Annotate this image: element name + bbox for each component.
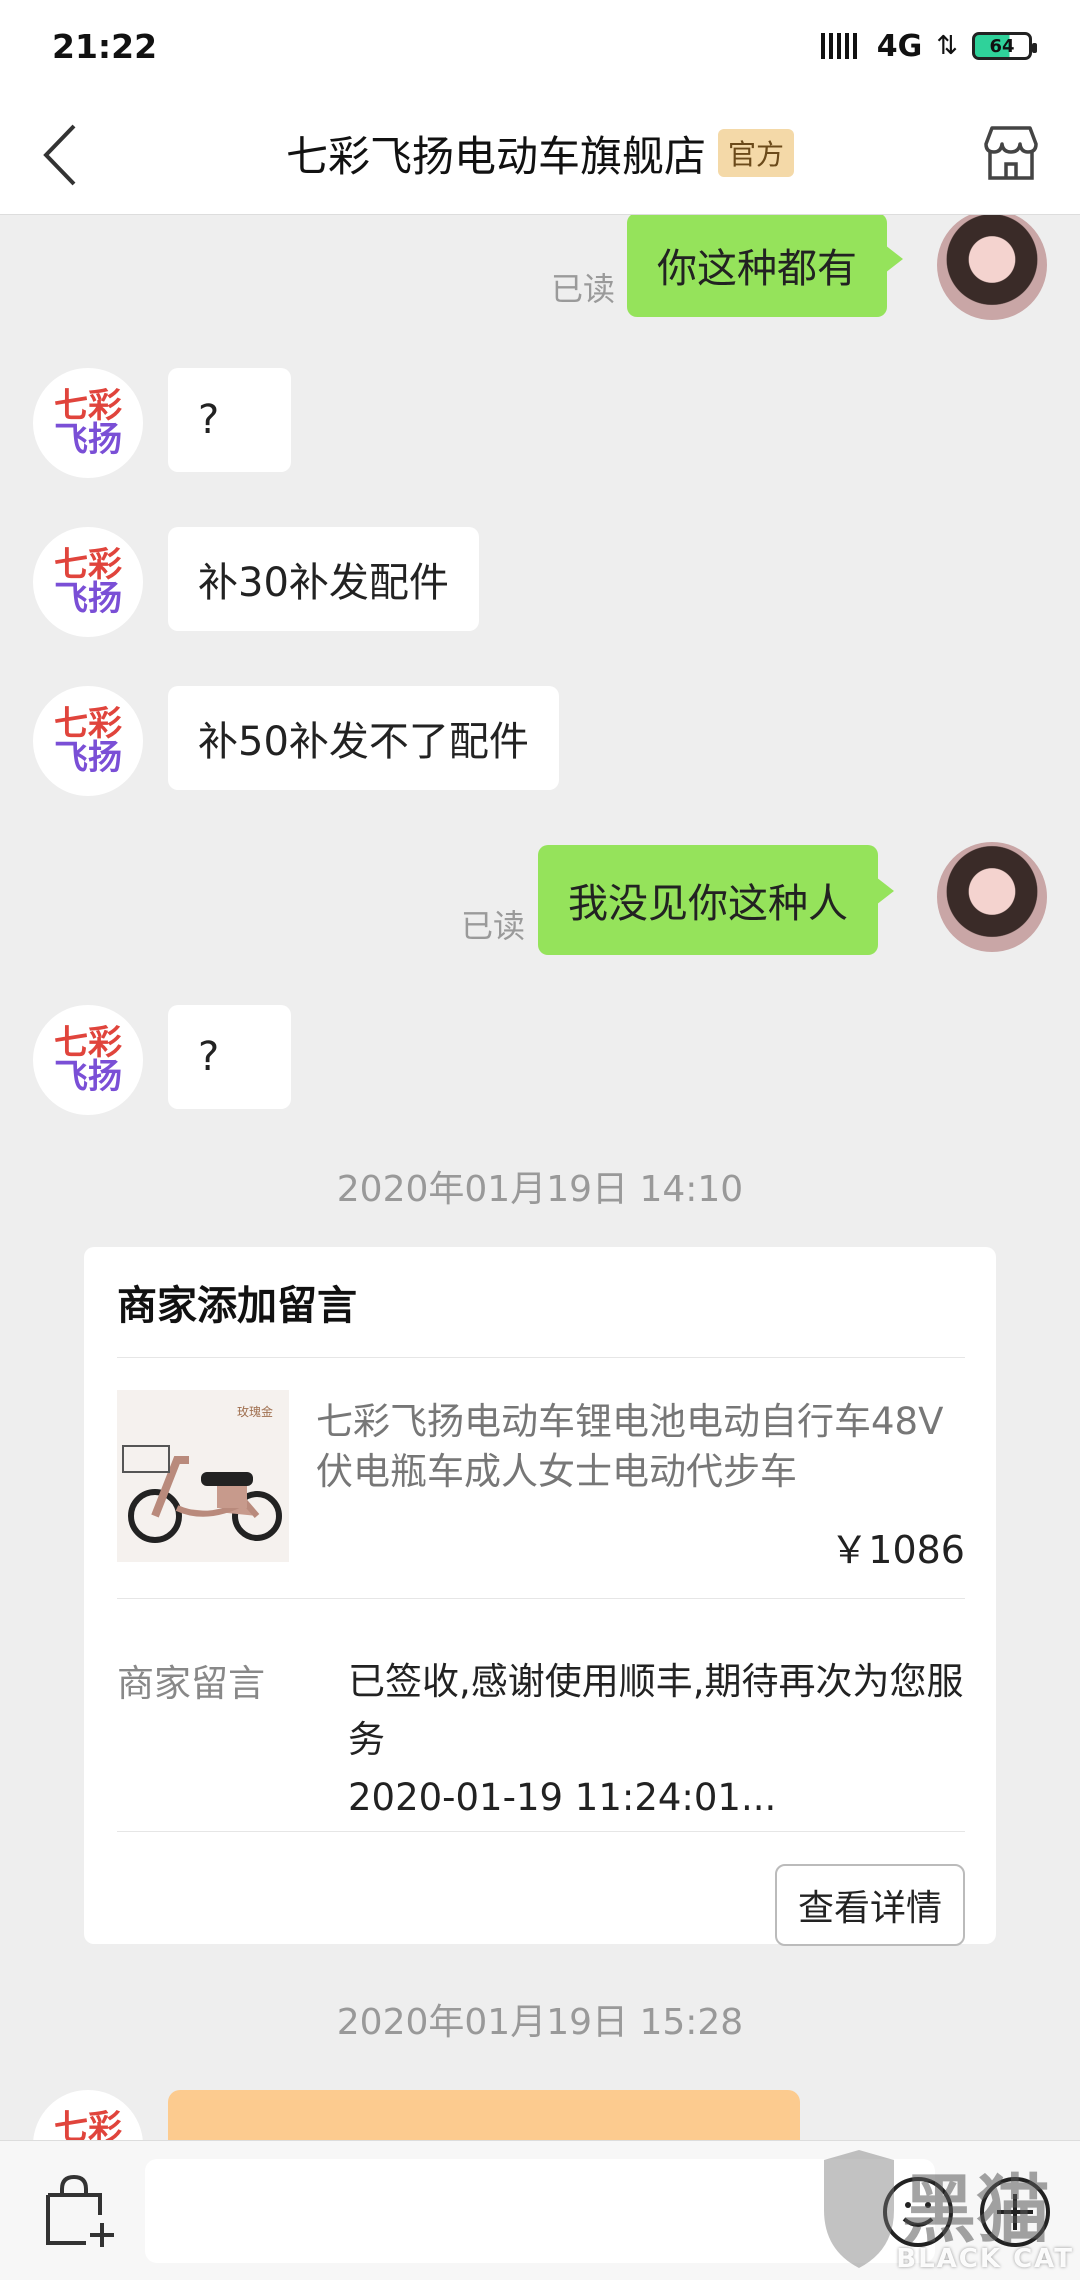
- store-icon: [984, 126, 1038, 180]
- merchant-note-time: 2020-01-19 11:24:01...: [348, 1776, 777, 1819]
- divider: [117, 1831, 965, 1832]
- read-label: 已读: [461, 907, 526, 945]
- nav-bar: 七彩飞扬电动车旗舰店 官方: [0, 92, 1080, 215]
- card-title: 商家添加留言: [117, 1283, 357, 1329]
- shop-avatar[interactable]: 七彩 飞扬: [33, 2090, 143, 2140]
- merchant-note-body: 已签收,感谢使用顺丰,期待再次为您服务 2020-01-19 11:24:01.…: [348, 1653, 978, 1827]
- shop-logo-text: 七彩: [54, 545, 122, 585]
- data-arrows-icon: ⇅: [936, 31, 958, 61]
- page-title-group: 七彩飞扬电动车旗舰店 官方: [285, 123, 795, 184]
- merchant-note-label: 商家留言: [117, 1662, 265, 1705]
- read-label: 已读: [551, 270, 616, 308]
- timestamp: 2020年01月19日 14:10: [336, 1169, 744, 1210]
- divider: [117, 1357, 965, 1358]
- user-avatar[interactable]: [937, 215, 1047, 320]
- view-details-button[interactable]: 查看详情: [775, 1864, 965, 1946]
- shop-avatar[interactable]: 七彩 飞扬: [33, 686, 143, 796]
- message-bubble-incoming[interactable]: ?: [168, 368, 291, 472]
- divider: [117, 1598, 965, 1599]
- message-bubble-incoming[interactable]: ?: [168, 1005, 291, 1109]
- network-label: 4G: [876, 28, 923, 64]
- status-bar: 21:22 4G ⇅ 64: [0, 0, 1080, 92]
- signal-icon: [820, 33, 857, 59]
- more-button[interactable]: [980, 2177, 1050, 2247]
- shop-logo-text: 飞扬: [54, 1057, 122, 1097]
- message-bubble-incoming[interactable]: 补30补发配件: [168, 527, 479, 631]
- shop-logo-text: 七彩: [54, 2108, 122, 2140]
- shop-avatar[interactable]: 七彩 飞扬: [33, 527, 143, 637]
- merchant-note-text: 已签收,感谢使用顺丰,期待再次为您服务: [348, 1660, 964, 1761]
- battery-icon: 64: [972, 32, 1037, 60]
- product-thumb-caption: 玫瑰金: [237, 1404, 273, 1419]
- message-text: 补50补发不了配件: [198, 719, 529, 765]
- store-button[interactable]: [976, 116, 1046, 190]
- user-avatar[interactable]: [937, 842, 1047, 952]
- message-text: 我没见你这种人: [568, 881, 848, 927]
- plus-icon: [997, 2194, 1033, 2230]
- message-input[interactable]: [145, 2159, 935, 2263]
- input-bar: [0, 2140, 1080, 2280]
- product-price: ￥1086: [830, 1528, 965, 1572]
- emoji-button[interactable]: [883, 2177, 953, 2247]
- merchant-note-card[interactable]: 商家添加留言 玫瑰金 七彩飞扬电动车锂电池电动自行车48V伏电瓶车成人女士电动代…: [84, 1247, 996, 1946]
- message-bubble-partial[interactable]: [168, 2090, 800, 2140]
- message-bubble-outgoing[interactable]: 你这种都有: [627, 215, 903, 317]
- shop-avatar[interactable]: 七彩 飞扬: [33, 1005, 143, 1115]
- shopping-bag-add-icon: [46, 2174, 114, 2247]
- product-image[interactable]: 玫瑰金: [117, 1390, 289, 1562]
- shop-logo-text: 七彩: [54, 704, 122, 744]
- chevron-left-icon: [43, 124, 76, 186]
- message-bubble-incoming[interactable]: 补50补发不了配件: [168, 686, 559, 790]
- shop-logo-text: 七彩: [54, 386, 122, 426]
- page-title: 七彩飞扬电动车旗舰店: [285, 131, 706, 181]
- message-text: ?: [198, 1034, 220, 1080]
- message-text: ?: [198, 397, 220, 443]
- smiley-icon: [902, 2202, 934, 2227]
- official-badge: 官方: [718, 129, 795, 177]
- status-icons: 4G ⇅ 64: [819, 28, 1037, 64]
- shop-logo-text: 飞扬: [54, 738, 122, 778]
- shopping-bag-button[interactable]: [42, 2171, 118, 2251]
- scooter-icon: 玫瑰金: [117, 1390, 289, 1562]
- chat-area[interactable]: 已读 你这种都有 七彩 飞扬 ? 七彩 飞扬 补30补发配件 七彩 飞扬 补50…: [0, 215, 1080, 2140]
- message-bubble-outgoing[interactable]: 我没见你这种人: [538, 845, 894, 955]
- shop-logo-text: 飞扬: [54, 420, 122, 460]
- message-text: 补30补发配件: [198, 560, 449, 606]
- message-text: 你这种都有: [657, 246, 857, 292]
- status-time: 21:22: [52, 26, 158, 66]
- shop-logo-text: 七彩: [54, 1023, 122, 1063]
- timestamp: 2020年01月19日 15:28: [336, 2002, 744, 2043]
- shop-logo-text: 飞扬: [54, 579, 122, 619]
- back-button[interactable]: [32, 120, 88, 190]
- battery-level: 64: [989, 35, 1015, 57]
- product-name[interactable]: 七彩飞扬电动车锂电池电动自行车48V伏电瓶车成人女士电动代步车: [316, 1397, 966, 1497]
- shop-avatar[interactable]: 七彩 飞扬: [33, 368, 143, 478]
